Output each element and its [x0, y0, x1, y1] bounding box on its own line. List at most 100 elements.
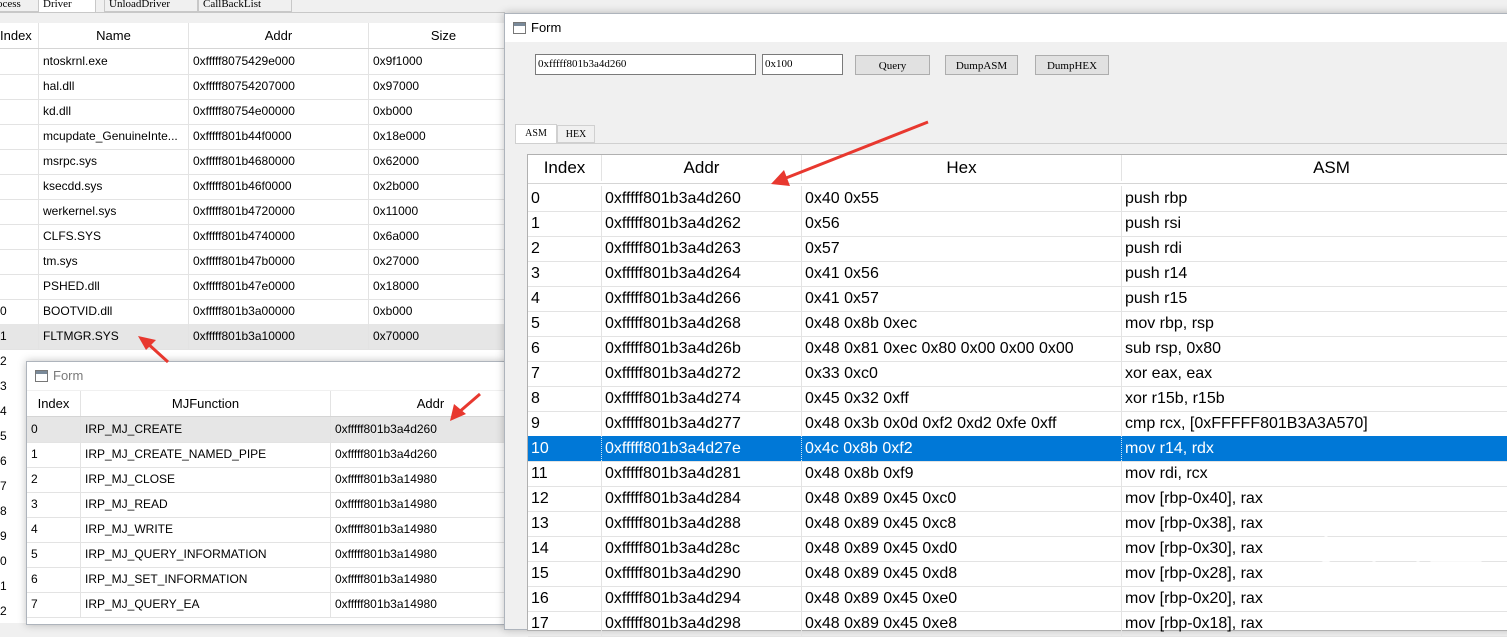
cell-index: 8	[0, 504, 7, 518]
cell-addr: 0xfffff801b3a4d268	[602, 311, 802, 336]
table-row[interactable]: 8 0xfffff801b3a4d274 0x45 0x32 0xff xor r15…	[528, 386, 1507, 412]
table-row[interactable]: 1 IRP_MJ_CREATE_NAMED_PIPE 0xfffff801b3a4d…	[27, 442, 531, 468]
cell-name: mcupdate_GenuineInte...	[39, 124, 189, 149]
tab-driver[interactable]: Driver	[38, 0, 96, 12]
cell-index: 3	[27, 492, 81, 517]
form-window-icon	[35, 370, 48, 382]
column-header-hex[interactable]: Hex	[802, 155, 1122, 181]
column-header-addr[interactable]: Addr	[602, 155, 802, 181]
cell-size: 0xb000	[369, 299, 519, 324]
table-row[interactable]: 7 0xfffff801b3a4d272 0x33 0xc0 xor eax, eax	[528, 361, 1507, 387]
column-header-asm[interactable]: ASM	[1122, 155, 1507, 181]
cell-addr: 0xfffff801b3a4d272	[602, 361, 802, 386]
table-row[interactable]: 17 0xfffff801b3a4d298 0x48 0x89 0x45 0xe8 m…	[528, 611, 1507, 637]
table-row[interactable]: CLFS.SYS 0xfffff801b4740000 0x6a000	[0, 224, 519, 250]
table-row[interactable]: 4 IRP_MJ_WRITE 0xfffff801b3a14980	[27, 517, 531, 543]
cell-asm: mov rdi, rcx	[1122, 461, 1507, 486]
cell-fn: IRP_MJ_CREATE	[81, 417, 331, 442]
table-row[interactable]: 11 0xfffff801b3a4d281 0x48 0x8b 0xf9 mov rd…	[528, 461, 1507, 487]
cell-addr: 0xfffff801b4720000	[189, 199, 369, 224]
table-row[interactable]: PSHED.dll 0xfffff801b47e0000 0x18000	[0, 274, 519, 300]
table-row[interactable]: 2 IRP_MJ_CLOSE 0xfffff801b3a14980	[27, 467, 531, 493]
table-row[interactable]: kd.dll 0xfffff80754e00000 0xb000	[0, 99, 519, 125]
table-row[interactable]: hal.dll 0xfffff80754207000 0x97000	[0, 74, 519, 100]
cell-hex: 0x57	[802, 236, 1122, 261]
cell-index	[0, 224, 39, 249]
table-row[interactable]: mcupdate_GenuineInte... 0xfffff801b44f000…	[0, 124, 519, 150]
table-row[interactable]: 1 FLTMGR.SYS 0xfffff801b3a10000 0x70000	[0, 324, 519, 350]
cell-addr: 0xfffff801b3a4d263	[602, 236, 802, 261]
table-row[interactable]: 4 0xfffff801b3a4d266 0x41 0x57 push r15	[528, 286, 1507, 312]
tab-hex[interactable]: HEX	[557, 125, 595, 143]
cell-addr: 0xfffff801b3a4d290	[602, 561, 802, 586]
table-row[interactable]: 5 IRP_MJ_QUERY_INFORMATION 0xfffff801b3a14…	[27, 542, 531, 568]
cell-addr: 0xfffff801b44f0000	[189, 124, 369, 149]
cell-hex: 0x48 0x89 0x45 0xd0	[802, 536, 1122, 561]
cell-index: 7	[27, 592, 81, 617]
cell-index	[0, 49, 39, 74]
table-row[interactable]: ntoskrnl.exe 0xfffff8075429e000 0x9f1000	[0, 49, 519, 75]
table-row[interactable]: 12 0xfffff801b3a4d284 0x48 0x89 0x45 0xc0 m…	[528, 486, 1507, 512]
cell-index: 4	[27, 517, 81, 542]
cell-size: 0x18e000	[369, 124, 519, 149]
table-row[interactable]: 6 0xfffff801b3a4d26b 0x48 0x81 0xec 0x80 0…	[528, 336, 1507, 362]
column-header-addr[interactable]: Addr	[331, 391, 531, 416]
table-row[interactable]: ksecdd.sys 0xfffff801b46f0000 0x2b000	[0, 174, 519, 200]
cell-size: 0x9f1000	[369, 49, 519, 74]
table-row[interactable]: 5 0xfffff801b3a4d268 0x48 0x8b 0xec mov rbp…	[528, 311, 1507, 337]
table-row[interactable]: 2 0xfffff801b3a4d263 0x57 push rdi	[528, 236, 1507, 262]
table-row[interactable]: tm.sys 0xfffff801b47b0000 0x27000	[0, 249, 519, 275]
table-row[interactable]: 1 0xfffff801b3a4d262 0x56 push rsi	[528, 211, 1507, 237]
dump-form-titlebar[interactable]: Form	[505, 14, 1507, 42]
cell-asm: xor r15b, r15b	[1122, 386, 1507, 411]
cell-asm: push rsi	[1122, 211, 1507, 236]
query-button[interactable]: Query	[855, 55, 930, 75]
cell-hex: 0x48 0x89 0x45 0xe8	[802, 611, 1122, 636]
column-header-mjfunction[interactable]: MJFunction	[81, 391, 331, 416]
cell-index: 13	[528, 511, 602, 536]
table-row[interactable]: 9 0xfffff801b3a4d277 0x48 0x3b 0x0d 0xf2 0…	[528, 411, 1507, 437]
cell-asm: cmp rcx, [0xFFFFF801B3A3A570]	[1122, 411, 1507, 436]
tab-unload-driver[interactable]: UnloadDriver	[104, 0, 198, 12]
column-header-index[interactable]: Index	[27, 391, 81, 416]
table-row[interactable]: 3 IRP_MJ_READ 0xfffff801b3a14980	[27, 492, 531, 518]
dump-asm-button[interactable]: DumpASM	[945, 55, 1018, 75]
cell-asm: mov [rbp-0x18], rax	[1122, 611, 1507, 636]
cell-size: 0xb000	[369, 99, 519, 124]
column-header-addr[interactable]: Addr	[189, 23, 369, 48]
table-row[interactable]: 3 0xfffff801b3a4d264 0x41 0x56 push r14	[528, 261, 1507, 287]
cell-addr: 0xfffff801b3a14980	[331, 467, 531, 492]
table-row[interactable]: 6 IRP_MJ_SET_INFORMATION 0xfffff801b3a1498…	[27, 567, 531, 593]
address-input[interactable]: 0xfffff801b3a4d260	[535, 54, 756, 75]
dump-hex-button[interactable]: DumpHEX	[1035, 55, 1109, 75]
table-row[interactable]: werkernel.sys 0xfffff801b4720000 0x11000	[0, 199, 519, 225]
column-header-index[interactable]: Index	[528, 155, 602, 181]
table-row[interactable]: 10 0xfffff801b3a4d27e 0x4c 0x8b 0xf2 mov r1…	[528, 436, 1507, 462]
cell-asm: xor eax, eax	[1122, 361, 1507, 386]
column-header-size[interactable]: Size	[369, 23, 519, 48]
cell-index: 1	[528, 211, 602, 236]
table-row[interactable]: 7 IRP_MJ_QUERY_EA 0xfffff801b3a14980	[27, 592, 531, 618]
cell-index: 16	[528, 586, 602, 611]
mj-table-header: Index MJFunction Addr	[27, 391, 531, 417]
cell-index: 9	[528, 411, 602, 436]
cell-addr: 0xfffff801b3a4d260	[331, 417, 531, 442]
size-input[interactable]: 0x100	[762, 54, 843, 75]
cell-addr: 0xfffff801b3a14980	[331, 492, 531, 517]
cell-index: 11	[528, 461, 602, 486]
cell-size: 0x97000	[369, 74, 519, 99]
tab-process[interactable]: ocess	[0, 0, 42, 12]
table-row[interactable]: msrpc.sys 0xfffff801b4680000 0x62000	[0, 149, 519, 175]
tab-callback-list[interactable]: CallBackList	[198, 0, 292, 12]
table-row[interactable]: 0 BOOTVID.dll 0xfffff801b3a00000 0xb000	[0, 299, 519, 325]
cell-name: FLTMGR.SYS	[39, 324, 189, 349]
table-row[interactable]: 0 IRP_MJ_CREATE 0xfffff801b3a4d260	[27, 417, 531, 443]
table-row[interactable]: 0 0xfffff801b3a4d260 0x40 0x55 push rbp	[528, 186, 1507, 212]
mj-form-titlebar[interactable]: Form	[27, 362, 506, 390]
cell-fn: IRP_MJ_READ	[81, 492, 331, 517]
column-header-name[interactable]: Name	[39, 23, 189, 48]
column-header-index[interactable]: Index	[0, 23, 39, 48]
cell-index: 0	[0, 554, 7, 568]
cell-hex: 0x45 0x32 0xff	[802, 386, 1122, 411]
tab-asm[interactable]: ASM	[515, 124, 557, 144]
